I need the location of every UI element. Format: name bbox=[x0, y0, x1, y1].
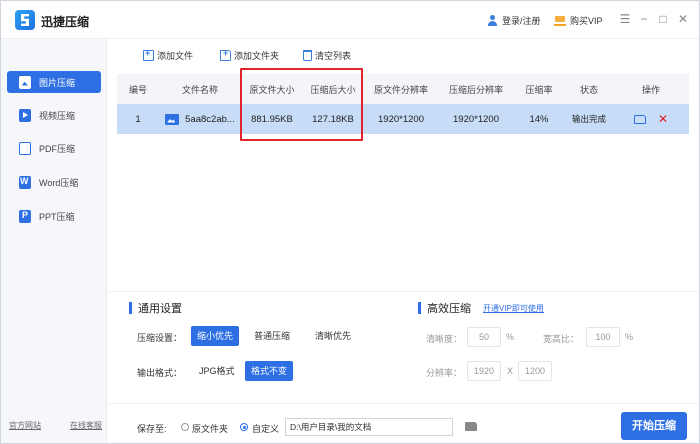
open-folder-icon[interactable] bbox=[633, 114, 646, 124]
word-icon bbox=[19, 175, 31, 189]
aspect-unit: % bbox=[625, 332, 634, 342]
aspect-input[interactable]: 100 bbox=[586, 327, 620, 347]
save-to-label: 保存至: bbox=[137, 424, 167, 434]
save-path-input[interactable]: D:\用户目录\我的文档 bbox=[285, 418, 453, 436]
app-window: 迅捷压缩 登录/注册 购买VIP ☰ − □ ✕ 图片压缩 视频压缩 PDF压缩 bbox=[0, 0, 700, 444]
original-resolution: 1920*1200 bbox=[378, 113, 424, 125]
sidebar-item-image[interactable]: 图片压缩 bbox=[7, 71, 101, 93]
option-clarity-first[interactable]: 清晰优先 bbox=[309, 326, 357, 346]
radio-original-label: 原文件夹 bbox=[192, 424, 229, 434]
row-actions: ✕ bbox=[613, 113, 689, 125]
image-thumbnail-icon bbox=[165, 113, 180, 125]
compression-ratio: 14% bbox=[529, 113, 549, 125]
clarity-label: 清晰度： bbox=[426, 334, 463, 344]
column-header: 文件名称 bbox=[181, 84, 218, 95]
cart-icon bbox=[554, 15, 566, 26]
file-name: 5aa8c2ab... bbox=[185, 113, 235, 125]
status: 输出完成 bbox=[571, 114, 606, 124]
add-folder-button[interactable]: 添加文件夹 bbox=[220, 48, 280, 62]
sidebar-item-label: PDF压缩 bbox=[39, 143, 76, 154]
add-file-label: 添加文件 bbox=[157, 51, 194, 61]
row-index: 1 bbox=[135, 113, 141, 125]
sidebar-item-ppt[interactable]: PPT压缩 bbox=[7, 205, 101, 227]
general-settings-label: 通用设置 bbox=[138, 303, 182, 315]
resolution-width-input[interactable]: 1920 bbox=[467, 361, 501, 381]
section-bar bbox=[129, 302, 132, 314]
toolbar: 添加文件 添加文件夹 清空列表 bbox=[107, 39, 699, 71]
table-row[interactable]: 1 5aa8c2ab... 881.95KB 127.18KB 1920*120… bbox=[117, 104, 689, 134]
radio-custom[interactable] bbox=[240, 423, 248, 431]
advanced-label: 高效压缩 bbox=[427, 303, 471, 315]
sidebar: 图片压缩 视频压缩 PDF压缩 Word压缩 PPT压缩 bbox=[1, 39, 107, 443]
clarity-input[interactable]: 50 bbox=[467, 327, 501, 347]
option-jpg[interactable]: JPG格式 bbox=[193, 361, 241, 381]
column-header: 状态 bbox=[579, 84, 598, 95]
option-keep-format[interactable]: 格式不变 bbox=[245, 361, 294, 381]
online-support-link[interactable]: 在线客服 bbox=[70, 420, 102, 431]
maximize-icon[interactable]: □ bbox=[656, 12, 670, 26]
vip-link[interactable]: 开通VIP即可使用 bbox=[483, 303, 544, 314]
resolution-height-input[interactable]: 1200 bbox=[518, 361, 552, 381]
output-format-label: 输出格式： bbox=[137, 368, 183, 378]
video-icon bbox=[19, 108, 31, 122]
sidebar-item-video[interactable]: 视频压缩 bbox=[7, 104, 101, 126]
add-file-icon bbox=[143, 48, 154, 61]
file-name-cell: 5aa8c2ab... bbox=[159, 113, 241, 125]
buy-vip-label: 购买VIP bbox=[570, 16, 603, 26]
column-header: 编号 bbox=[128, 84, 147, 95]
clarity-unit: % bbox=[506, 332, 515, 342]
sidebar-item-pdf[interactable]: PDF压缩 bbox=[7, 137, 101, 159]
option-smaller-first[interactable]: 缩小优先 bbox=[191, 326, 240, 346]
browse-folder-icon[interactable] bbox=[465, 422, 477, 431]
image-icon bbox=[19, 75, 31, 89]
radio-custom-label: 自定义 bbox=[252, 424, 280, 434]
section-bar bbox=[418, 302, 421, 314]
compressed-resolution: 1920*1200 bbox=[453, 113, 499, 125]
resolution-label: 分辨率： bbox=[426, 368, 463, 378]
title-bar: 迅捷压缩 登录/注册 购买VIP ☰ − □ ✕ bbox=[1, 1, 699, 39]
buy-vip-button[interactable]: 购买VIP bbox=[554, 14, 603, 27]
add-folder-icon bbox=[220, 48, 231, 61]
app-logo-icon bbox=[15, 10, 35, 30]
footer-bar: 保存至: 原文件夹 自定义 D:\用户目录\我的文档 开始压缩 bbox=[107, 403, 699, 443]
minimize-icon[interactable]: − bbox=[637, 12, 651, 26]
radio-original-folder[interactable] bbox=[181, 423, 189, 431]
column-header: 压缩率 bbox=[525, 84, 553, 95]
login-button[interactable]: 登录/注册 bbox=[487, 14, 541, 27]
start-compress-button[interactable]: 开始压缩 bbox=[621, 412, 687, 440]
trash-icon bbox=[303, 50, 312, 61]
sidebar-item-label: Word压缩 bbox=[39, 177, 79, 188]
file-table: 编号 文件名称 原文件大小 压缩后大小 原文件分辨率 压缩后分辨率 压缩率 状态… bbox=[117, 74, 689, 134]
compression-level-label: 压缩设置： bbox=[137, 333, 183, 343]
column-header: 压缩后分辨率 bbox=[448, 84, 503, 95]
add-folder-label: 添加文件夹 bbox=[234, 51, 280, 61]
clear-list-label: 清空列表 bbox=[315, 51, 352, 61]
app-title: 迅捷压缩 bbox=[41, 15, 90, 29]
option-normal[interactable]: 普通压缩 bbox=[248, 326, 296, 346]
menu-icon[interactable]: ☰ bbox=[618, 12, 632, 26]
official-site-link[interactable]: 官方网站 bbox=[9, 420, 41, 431]
user-icon bbox=[487, 15, 498, 26]
table-header: 编号 文件名称 原文件大小 压缩后大小 原文件分辨率 压缩后分辨率 压缩率 状态… bbox=[117, 74, 689, 104]
sidebar-item-label: PPT压缩 bbox=[39, 211, 75, 222]
column-header: 原文件分辨率 bbox=[373, 84, 428, 95]
pdf-icon bbox=[19, 141, 31, 155]
column-header: 操作 bbox=[641, 84, 660, 95]
size-columns-highlight bbox=[240, 68, 363, 141]
delete-icon[interactable]: ✕ bbox=[658, 113, 668, 125]
sidebar-item-label: 视频压缩 bbox=[39, 110, 76, 121]
login-label: 登录/注册 bbox=[502, 16, 541, 26]
sidebar-item-word[interactable]: Word压缩 bbox=[7, 171, 101, 193]
general-settings-title: 通用设置 bbox=[129, 300, 182, 316]
clear-list-button[interactable]: 清空列表 bbox=[303, 49, 351, 62]
aspect-label: 宽高比： bbox=[543, 334, 580, 344]
sidebar-item-label: 图片压缩 bbox=[39, 77, 76, 88]
close-icon[interactable]: ✕ bbox=[676, 12, 690, 26]
advanced-title: 高效压缩 开通VIP即可使用 bbox=[418, 300, 544, 316]
resolution-separator: X bbox=[507, 366, 514, 376]
ppt-icon bbox=[19, 209, 31, 223]
add-file-button[interactable]: 添加文件 bbox=[143, 48, 194, 62]
settings-panel: 通用设置 压缩设置： 缩小优先 普通压缩 清晰优先 输出格式： JPG格式 格式… bbox=[107, 291, 699, 399]
